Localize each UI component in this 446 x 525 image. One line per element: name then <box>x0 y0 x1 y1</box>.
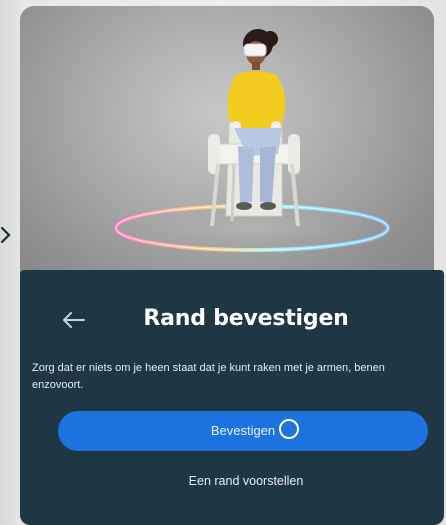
avatar-scene <box>20 6 434 288</box>
confirm-boundary-dialog: Rand bevestigen Zorg dat er niets om je … <box>20 270 444 525</box>
seated-avatar-illustration <box>102 29 402 258</box>
suggest-boundary-button[interactable]: Een rand voorstellen <box>116 474 376 488</box>
confirm-button[interactable]: Bevestigen <box>58 411 428 451</box>
confirm-button-label: Bevestigen <box>210 423 276 438</box>
chevron-right-icon <box>0 226 11 244</box>
back-arrow-icon[interactable] <box>60 310 86 330</box>
dialog-description: Zorg dat er niets om je heen staat dat j… <box>32 362 385 391</box>
pointer-ring-icon <box>279 419 299 439</box>
dialog-title: Rand bevestigen <box>143 306 349 331</box>
vr-guardian-setup-screen: Rand bevestigen Zorg dat er niets om je … <box>0 0 446 525</box>
